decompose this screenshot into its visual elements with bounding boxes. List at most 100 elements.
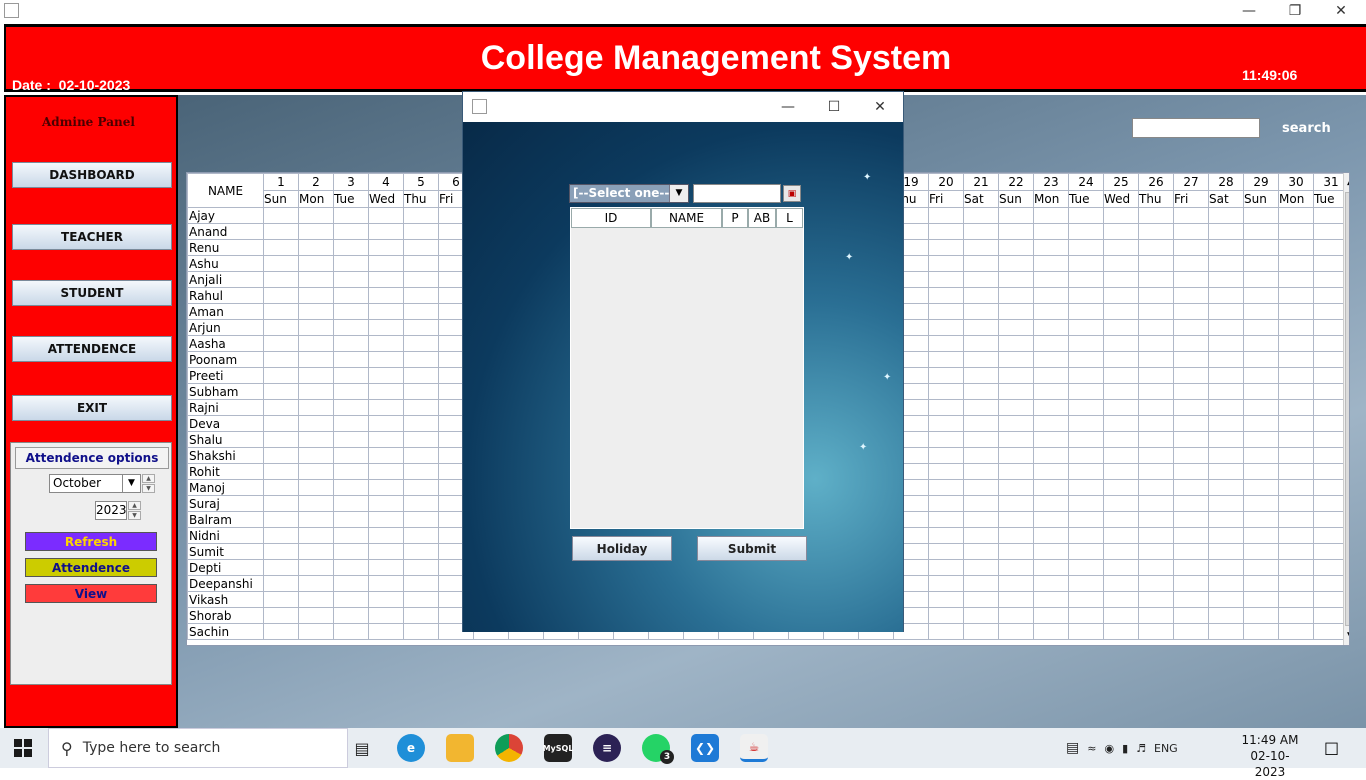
attendance-cell[interactable] xyxy=(403,351,439,368)
attendance-cell[interactable] xyxy=(1208,591,1244,608)
close-button[interactable]: ✕ xyxy=(1318,0,1364,22)
attendance-cell[interactable] xyxy=(1068,575,1104,592)
attendance-cell[interactable] xyxy=(368,511,404,528)
attendance-cell[interactable] xyxy=(1243,575,1279,592)
attendance-cell[interactable] xyxy=(928,623,964,640)
attendance-cell[interactable] xyxy=(368,399,404,416)
attendance-cell[interactable] xyxy=(1068,431,1104,448)
attendance-cell[interactable] xyxy=(1033,383,1069,400)
attendance-cell[interactable] xyxy=(1138,543,1174,560)
day-header[interactable]: 21 xyxy=(963,173,999,191)
attendance-cell[interactable] xyxy=(333,255,369,272)
attendance-cell[interactable] xyxy=(368,255,404,272)
attendance-cell[interactable] xyxy=(1278,575,1314,592)
student-name-cell[interactable]: Sachin xyxy=(187,623,264,640)
attendance-cell[interactable] xyxy=(298,607,334,624)
attendance-cell[interactable] xyxy=(403,527,439,544)
attendance-cell[interactable] xyxy=(963,223,999,240)
attendance-cell[interactable] xyxy=(1208,207,1244,224)
attendance-cell[interactable] xyxy=(368,287,404,304)
attendance-cell[interactable] xyxy=(368,383,404,400)
dashboard-button[interactable]: DASHBOARD xyxy=(12,162,172,188)
attendance-cell[interactable] xyxy=(403,319,439,336)
day-header[interactable]: 26 xyxy=(1138,173,1174,191)
attendance-cell[interactable] xyxy=(998,207,1034,224)
attendance-cell[interactable] xyxy=(1068,271,1104,288)
attendance-cell[interactable] xyxy=(333,575,369,592)
attendance-cell[interactable] xyxy=(298,511,334,528)
attendance-cell[interactable] xyxy=(963,255,999,272)
attendance-cell[interactable] xyxy=(1033,527,1069,544)
attendance-cell[interactable] xyxy=(963,399,999,416)
attendance-cell[interactable] xyxy=(998,447,1034,464)
attendance-cell[interactable] xyxy=(928,303,964,320)
attendance-cell[interactable] xyxy=(1208,223,1244,240)
edge-icon[interactable]: e xyxy=(397,734,425,762)
attendance-cell[interactable] xyxy=(1103,399,1139,416)
attendance-cell[interactable] xyxy=(298,207,334,224)
attendance-cell[interactable] xyxy=(1173,463,1209,480)
attendance-cell[interactable] xyxy=(263,463,299,480)
student-name-cell[interactable]: Aasha xyxy=(187,335,264,352)
attendance-cell[interactable] xyxy=(333,399,369,416)
attendance-cell[interactable] xyxy=(998,223,1034,240)
student-name-cell[interactable]: Preeti xyxy=(187,367,264,384)
attendance-cell[interactable] xyxy=(1138,271,1174,288)
attendance-cell[interactable] xyxy=(263,271,299,288)
attendance-cell[interactable] xyxy=(333,223,369,240)
attendance-cell[interactable] xyxy=(333,351,369,368)
attendance-cell[interactable] xyxy=(333,239,369,256)
attendance-cell[interactable] xyxy=(1208,287,1244,304)
attendance-cell[interactable] xyxy=(963,271,999,288)
attendance-cell[interactable] xyxy=(1138,207,1174,224)
attendance-cell[interactable] xyxy=(1103,479,1139,496)
attendance-cell[interactable] xyxy=(1103,255,1139,272)
attendance-cell[interactable] xyxy=(368,303,404,320)
attendance-cell[interactable] xyxy=(298,575,334,592)
attendance-cell[interactable] xyxy=(403,447,439,464)
attendance-cell[interactable] xyxy=(1278,495,1314,512)
attendance-cell[interactable] xyxy=(333,303,369,320)
attendance-cell[interactable] xyxy=(1068,559,1104,576)
attendance-cell[interactable] xyxy=(1068,223,1104,240)
attendance-cell[interactable] xyxy=(1278,399,1314,416)
attendance-cell[interactable] xyxy=(963,415,999,432)
attendance-cell[interactable] xyxy=(928,591,964,608)
attendance-cell[interactable] xyxy=(998,255,1034,272)
attendance-cell[interactable] xyxy=(998,623,1034,640)
windows-start-icon[interactable] xyxy=(14,739,32,757)
attendance-cell[interactable] xyxy=(403,479,439,496)
attendance-cell[interactable] xyxy=(1173,591,1209,608)
attendance-cell[interactable] xyxy=(963,335,999,352)
attendance-cell[interactable] xyxy=(403,495,439,512)
attendance-cell[interactable] xyxy=(1138,351,1174,368)
attendance-cell[interactable] xyxy=(928,511,964,528)
attendance-cell[interactable] xyxy=(1103,367,1139,384)
attendance-cell[interactable] xyxy=(1103,223,1139,240)
attendance-cell[interactable] xyxy=(1278,591,1314,608)
attendance-cell[interactable] xyxy=(368,607,404,624)
attendance-cell[interactable] xyxy=(928,319,964,336)
attendance-cell[interactable] xyxy=(928,415,964,432)
attendance-cell[interactable] xyxy=(368,447,404,464)
attendance-cell[interactable] xyxy=(928,287,964,304)
attendance-cell[interactable] xyxy=(1278,303,1314,320)
attendance-cell[interactable] xyxy=(298,591,334,608)
student-name-cell[interactable]: Rohit xyxy=(187,463,264,480)
year-field[interactable]: 2023 xyxy=(95,501,127,520)
attendance-cell[interactable] xyxy=(263,335,299,352)
attendance-cell[interactable] xyxy=(998,575,1034,592)
attendance-cell[interactable] xyxy=(1033,511,1069,528)
student-name-cell[interactable]: Vikash xyxy=(187,591,264,608)
attendance-cell[interactable] xyxy=(928,575,964,592)
attendance-cell[interactable] xyxy=(263,607,299,624)
vertical-scrollbar[interactable]: ▲ ▼ xyxy=(1343,173,1349,645)
attendance-cell[interactable] xyxy=(1278,383,1314,400)
leave-column-header[interactable]: L xyxy=(776,208,803,228)
attendance-cell[interactable] xyxy=(998,431,1034,448)
attendance-cell[interactable] xyxy=(1278,527,1314,544)
day-header[interactable]: 28 xyxy=(1208,173,1244,191)
student-name-cell[interactable]: Manoj xyxy=(187,479,264,496)
student-name-cell[interactable]: Ashu xyxy=(187,255,264,272)
attendance-cell[interactable] xyxy=(403,271,439,288)
